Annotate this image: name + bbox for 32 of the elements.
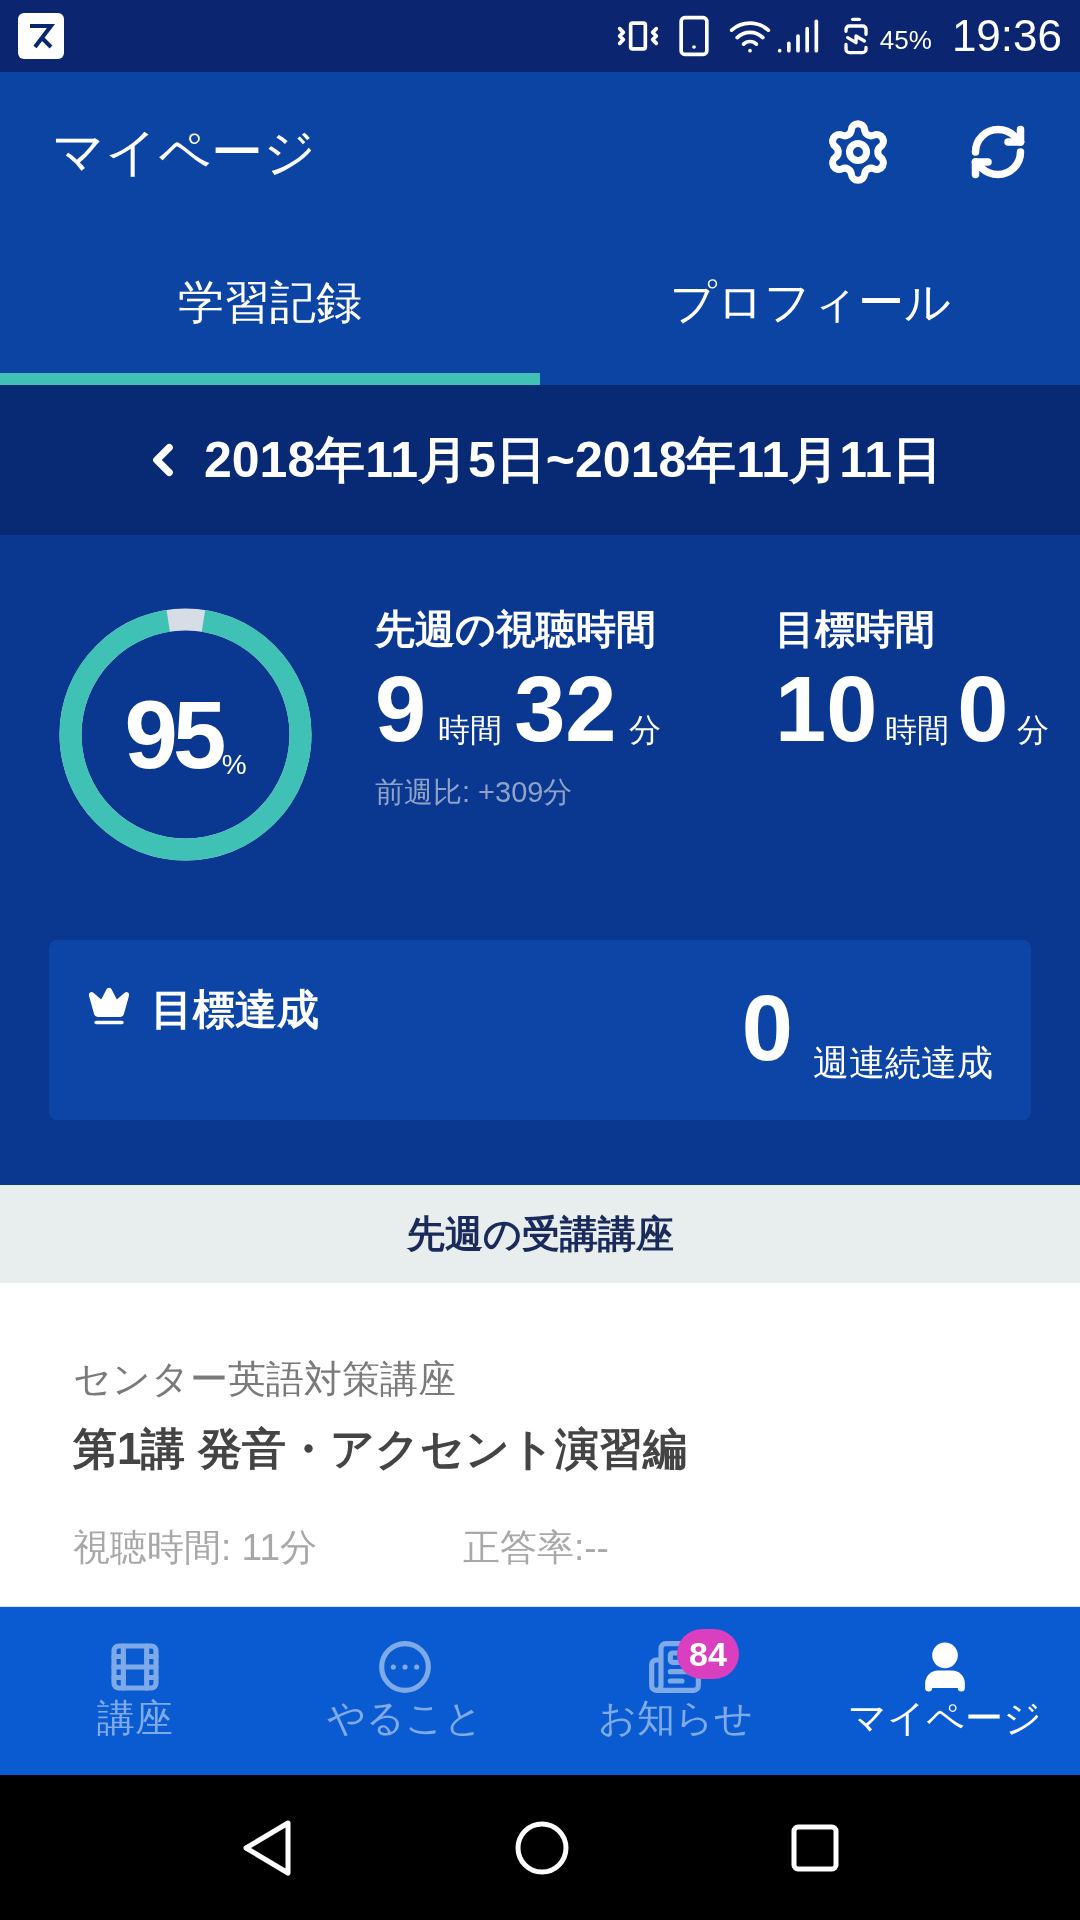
streak-unit: 週連続達成 [813, 1041, 993, 1085]
target-hours: 10 [775, 663, 878, 755]
section-title: 先週の受講講座 [406, 1211, 674, 1257]
notification-badge: 84 [677, 1629, 739, 1680]
course-series: センター英語対策講座 [73, 1357, 457, 1402]
page-title: マイページ [52, 122, 317, 183]
course-title: 第1講 発音・アクセント演習編 [73, 1423, 688, 1475]
streak-count: 0 [741, 982, 793, 1074]
clock: 19:36 [951, 10, 1062, 62]
nav-tab[interactable]: マイページ [810, 1607, 1080, 1775]
minutes-unit: 分 [628, 711, 661, 750]
target-time-label: 目標時間 [775, 606, 936, 653]
week-range: 2018年11月5日~2018年11月11日 [203, 430, 942, 490]
app-logo-icon [18, 13, 64, 59]
watched-time-label: 先週の視聴時間 [375, 606, 657, 653]
recents-icon[interactable] [790, 1822, 840, 1873]
home-icon[interactable] [514, 1819, 570, 1876]
week-comparison: 前週比: +309分 [375, 775, 574, 810]
nav-tab[interactable]: 84 お知らせ [540, 1607, 810, 1775]
watch-time: 視聴時間: 11分 [73, 1526, 318, 1570]
goal-label: 目標達成 [151, 985, 320, 1035]
accuracy-rate: 正答率:-- [463, 1526, 609, 1570]
percent-value: 95 [124, 679, 222, 790]
hours-unit: 時間 [438, 711, 503, 750]
watched-minutes: 32 [514, 663, 617, 755]
hours-unit: 時間 [885, 711, 950, 750]
battery-level: 45% [879, 23, 932, 57]
target-minutes: 0 [957, 663, 1009, 755]
minutes-unit: 分 [1016, 711, 1049, 750]
watched-hours: 9 [375, 663, 427, 755]
tab[interactable]: プロフィール [540, 232, 1080, 385]
more-icon [377, 1639, 433, 1696]
